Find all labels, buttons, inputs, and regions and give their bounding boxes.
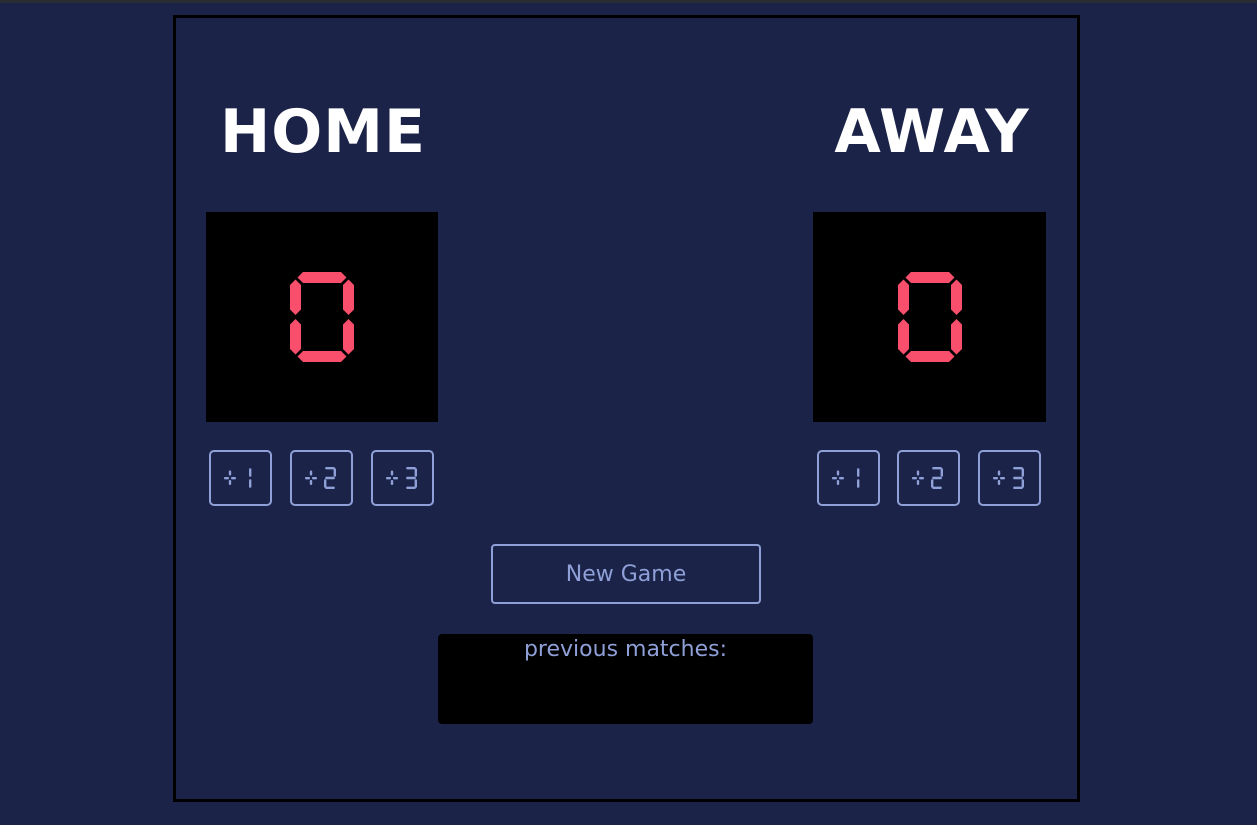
plus-segment [999,477,1005,480]
digit-segment [333,468,336,477]
points-label-glyph: +3 [992,467,1024,489]
plus-segment [228,470,231,476]
plus-segment [311,477,317,480]
previous-matches-label: previous matches: [523,637,728,662]
plus-segment [918,477,924,480]
digit-segment [1012,467,1023,470]
plus-segment [228,480,231,485]
plus-segment [230,477,236,480]
digit-segment [248,468,251,477]
score-segment-d [297,351,347,362]
digit-segment [930,479,933,488]
home-score-display: 0 [206,212,438,422]
digit-segment [931,467,942,470]
points-label-glyph: +2 [911,467,943,489]
score-segment-f [290,279,301,315]
digit-segment [405,476,416,480]
points-label-glyph: +1 [831,468,859,488]
plus-segment [997,480,1000,485]
plus-segment [836,480,839,485]
plus-segment [836,470,839,476]
plus-segment [390,470,393,476]
scoreboard: HOME AWAY 0 0 +1 +2 +3 +1 +2 +3 New Game… [173,15,1080,802]
digit-segment [405,467,416,470]
score-segment-d [905,351,954,362]
digit-segment [1012,476,1023,480]
digit-segment [931,486,942,489]
plus-segment [309,480,312,485]
plus-segment [223,477,229,480]
previous-matches-panel: previous matches: [438,634,813,724]
digit-segment [324,467,335,470]
plus-segment [838,477,844,480]
away-add-3-button[interactable]: +3 [978,450,1041,506]
digit-segment [856,468,859,477]
digit-segment [324,476,335,480]
home-title: HOME [220,97,426,167]
plus-segment [916,470,919,476]
plus-segment [390,480,393,485]
digit-segment [940,468,943,477]
digit-segment [1012,486,1023,489]
score-segment-b [950,279,962,315]
home-add-2-button[interactable]: +2 [290,450,353,506]
points-label-glyph: +3 [385,467,417,489]
digit-segment [1021,479,1024,488]
points-label-glyph: +1 [223,468,251,488]
score-segment-a [905,272,954,283]
plus-segment [304,477,310,480]
digit-segment [856,479,859,488]
plus-segment [385,477,391,480]
score-segment-e [897,319,909,355]
plus-segment [992,477,998,480]
score-segment-a [297,272,347,283]
away-add-2-button[interactable]: +2 [897,450,960,506]
plus-segment [997,470,1000,476]
digit-segment [1021,468,1024,477]
home-add-3-button[interactable]: +3 [371,450,434,506]
window-top-bar [0,0,1257,3]
digit-segment [414,468,417,477]
new-game-button[interactable]: New Game [491,544,761,604]
plus-segment [916,480,919,485]
points-label-glyph: +2 [304,467,336,489]
home-score-digit: 0 [290,272,354,362]
digit-segment [248,479,251,488]
plus-segment [911,477,917,480]
score-segment-b [343,279,354,315]
score-segment-e [290,319,301,355]
score-segment-c [343,319,354,355]
plus-segment [831,477,837,480]
score-segment-c [950,319,962,355]
plus-segment [392,477,398,480]
digit-segment [931,476,942,480]
away-add-1-button[interactable]: +1 [817,450,880,506]
digit-segment [324,486,335,489]
away-score-digit: 0 [897,272,962,362]
away-score-display: 0 [813,212,1046,422]
score-segment-f [897,279,909,315]
home-add-1-button[interactable]: +1 [209,450,272,506]
away-title: AWAY [834,97,1030,167]
digit-segment [323,479,326,488]
digit-segment [414,479,417,488]
plus-segment [309,470,312,476]
digit-segment [405,486,416,489]
